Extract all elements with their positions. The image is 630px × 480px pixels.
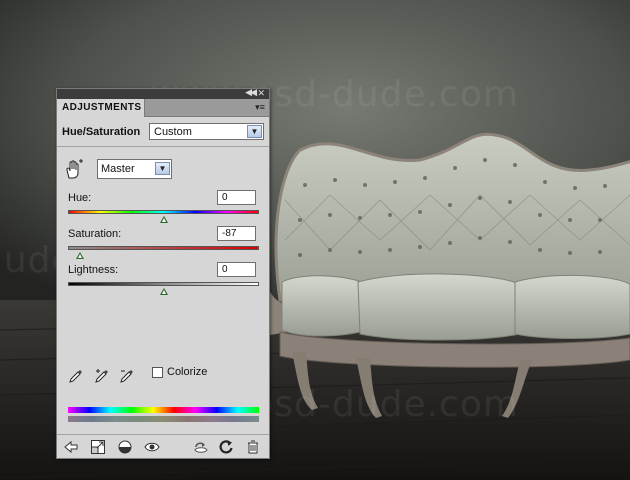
channel-dropdown[interactable]: Master ▼ [97,159,172,179]
lightness-slider-thumb[interactable] [159,288,168,295]
panel-footer [57,434,269,458]
panel-menu-icon[interactable]: ▾≡ [253,101,267,113]
adjustment-title: Hue/Saturation [62,126,141,138]
view-previous-icon[interactable] [193,439,209,455]
saturation-slider-thumb[interactable] [76,252,85,259]
visibility-eye-icon[interactable] [144,439,160,455]
back-arrow-icon[interactable] [63,439,79,455]
colorize-checkbox[interactable] [152,367,163,378]
saturation-slider-track[interactable] [68,246,259,250]
reset-icon[interactable] [218,439,234,455]
preset-dropdown[interactable]: Custom ▼ [149,123,264,140]
trash-icon[interactable] [245,439,261,455]
close-panel-icon[interactable]: ✕ [257,88,265,99]
saturation-input[interactable]: -87 [217,226,256,241]
expand-view-icon[interactable] [90,439,106,455]
chevron-down-icon[interactable]: ▼ [247,125,262,138]
tab-adjustments[interactable]: ADJUSTMENTS [57,99,145,117]
eyedropper-minus-icon[interactable] [119,368,135,384]
adjustments-panel: ◀◀ ✕ ADJUSTMENTS ▾≡ Hue/Saturation Custo… [56,87,270,459]
clip-to-layer-icon[interactable] [117,439,133,455]
panel-title-bar[interactable]: ◀◀ ✕ [57,87,269,99]
channel-value: Master [101,163,135,175]
chevron-down-icon[interactable]: ▼ [155,162,170,175]
output-color-spectrum [68,416,259,422]
divider [57,146,269,147]
collapse-panel-icon[interactable]: ◀◀ [245,87,257,98]
hue-label: Hue: [68,192,92,204]
hue-slider-thumb[interactable] [159,216,168,223]
lightness-input[interactable]: 0 [217,262,256,277]
preset-value: Custom [154,126,192,138]
hand-adjust-icon[interactable] [63,158,85,180]
input-color-spectrum [68,407,259,413]
colorize-label: Colorize [167,366,208,378]
lightness-slider-track[interactable] [68,282,259,286]
hue-input[interactable]: 0 [217,190,256,205]
hue-slider-track[interactable] [68,210,259,214]
saturation-label: Saturation: [68,228,122,240]
lightness-label: Lightness: [68,264,119,276]
eyedropper-plus-icon[interactable] [94,368,110,384]
eyedropper-icon[interactable] [68,368,84,384]
panel-tab-row: ADJUSTMENTS ▾≡ [57,99,269,117]
